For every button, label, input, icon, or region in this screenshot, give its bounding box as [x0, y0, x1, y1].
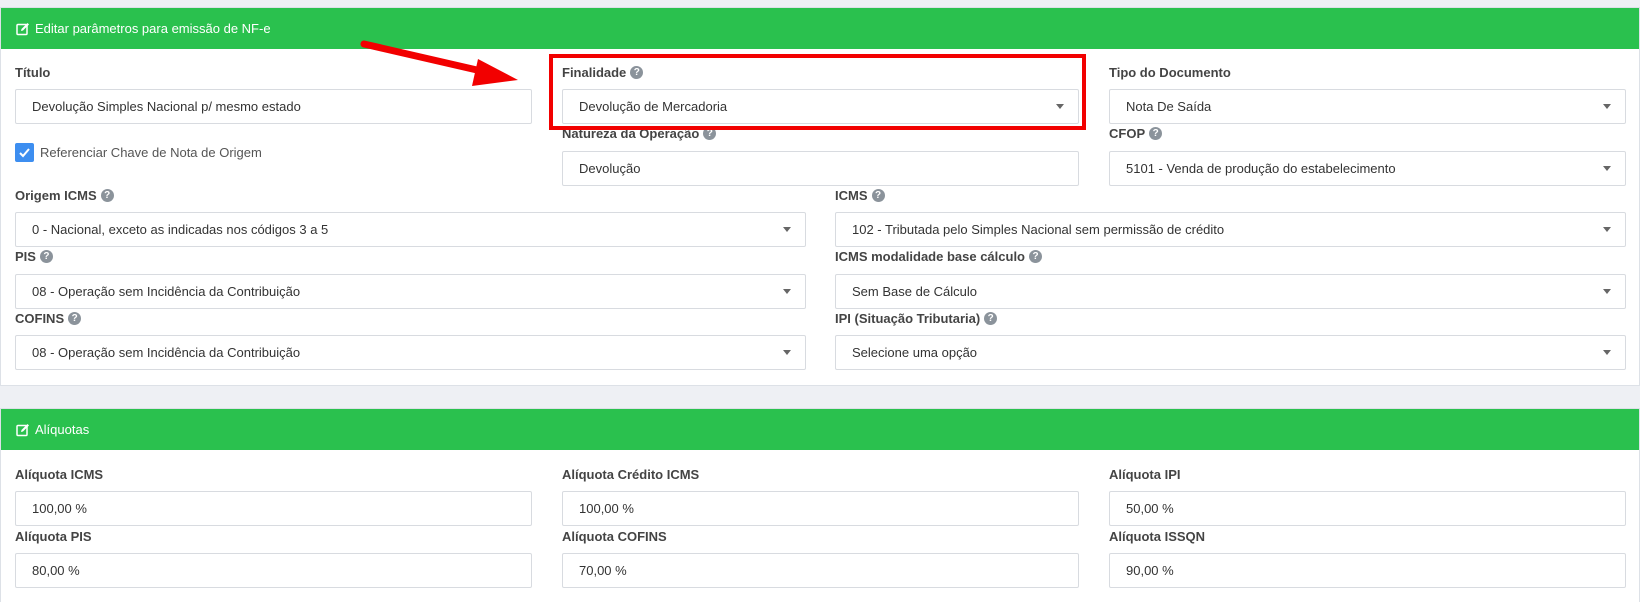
help-icon[interactable]: ?	[100, 189, 114, 202]
caret-down-icon	[1603, 289, 1611, 294]
aliquota-icms-label: Alíquota ICMS	[15, 467, 104, 482]
origem-icms-label: Origem ICMS?	[15, 188, 114, 203]
edit-icon	[16, 423, 29, 436]
aliquotas-title: Alíquotas	[35, 422, 90, 437]
finalidade-highlight-box	[549, 54, 1086, 130]
pis-label: PIS?	[15, 249, 53, 264]
caret-down-icon	[1603, 227, 1611, 232]
icms-select[interactable]: 102 - Tributada pelo Simples Nacional se…	[835, 212, 1626, 247]
origem-icms-select[interactable]: 0 - Nacional, exceto as indicadas nos có…	[15, 212, 806, 247]
aliquota-cofins-input[interactable]: 70,00 %	[562, 553, 1079, 588]
help-icon[interactable]: ?	[871, 189, 885, 202]
ipi-label: IPI (Situação Tributaria)?	[835, 311, 998, 326]
caret-down-icon	[783, 227, 791, 232]
aliquota-ipi-label: Alíquota IPI	[1109, 467, 1181, 482]
aliquota-ipi-input[interactable]: 50,00 %	[1109, 491, 1626, 526]
titulo-input[interactable]: Devolução Simples Nacional p/ mesmo esta…	[15, 89, 532, 124]
tipo-documento-select[interactable]: Nota De Saída	[1109, 89, 1626, 124]
icms-modalidade-select[interactable]: Sem Base de Cálculo	[835, 274, 1626, 309]
aliquota-pis-label: Alíquota PIS	[15, 529, 92, 544]
help-icon[interactable]: ?	[1029, 250, 1042, 263]
help-icon[interactable]: ?	[39, 250, 53, 263]
caret-down-icon	[783, 350, 791, 355]
nfe-parameters-header: Editar parâmetros para emissão de NF-e	[1, 8, 1639, 49]
help-icon[interactable]: ?	[1149, 127, 1163, 140]
cofins-select[interactable]: 08 - Operação sem Incidência da Contribu…	[15, 335, 806, 370]
cofins-label: COFINS?	[15, 311, 82, 326]
aliquota-credito-icms-input[interactable]: 100,00 %	[562, 491, 1079, 526]
caret-down-icon	[783, 289, 791, 294]
aliquotas-header: Alíquotas	[1, 409, 1639, 450]
aliquota-issqn-input[interactable]: 90,00 %	[1109, 553, 1626, 588]
pis-select[interactable]: 08 - Operação sem Incidência da Contribu…	[15, 274, 806, 309]
check-icon	[19, 148, 30, 158]
cfop-select[interactable]: 5101 - Venda de produção do estabelecime…	[1109, 151, 1626, 186]
referenciar-checkbox[interactable]	[15, 143, 34, 162]
caret-down-icon	[1603, 166, 1611, 171]
cfop-label: CFOP?	[1109, 126, 1163, 141]
icms-modalidade-label: ICMS modalidade base cálculo?	[835, 249, 1042, 264]
aliquota-pis-input[interactable]: 80,00 %	[15, 553, 532, 588]
edit-icon	[16, 22, 29, 35]
aliquota-cofins-label: Alíquota COFINS	[562, 529, 667, 544]
aliquota-icms-input[interactable]: 100,00 %	[15, 491, 532, 526]
referenciar-label: Referenciar Chave de Nota de Origem	[40, 145, 262, 160]
titulo-label: Título	[15, 65, 51, 80]
help-icon[interactable]: ?	[68, 312, 82, 325]
nfe-parameters-title: Editar parâmetros para emissão de NF-e	[35, 21, 271, 36]
caret-down-icon	[1603, 104, 1611, 109]
aliquota-credito-icms-label: Alíquota Crédito ICMS	[562, 467, 700, 482]
caret-down-icon	[1603, 350, 1611, 355]
aliquota-issqn-label: Alíquota ISSQN	[1109, 529, 1206, 544]
referenciar-chave-checkbox-row[interactable]: Referenciar Chave de Nota de Origem	[15, 143, 262, 162]
help-icon[interactable]: ?	[984, 312, 998, 325]
natureza-input[interactable]: Devolução	[562, 151, 1079, 186]
icms-label: ICMS?	[835, 188, 885, 203]
tipo-documento-label: Tipo do Documento	[1109, 65, 1231, 80]
ipi-select[interactable]: Selecione uma opção	[835, 335, 1626, 370]
